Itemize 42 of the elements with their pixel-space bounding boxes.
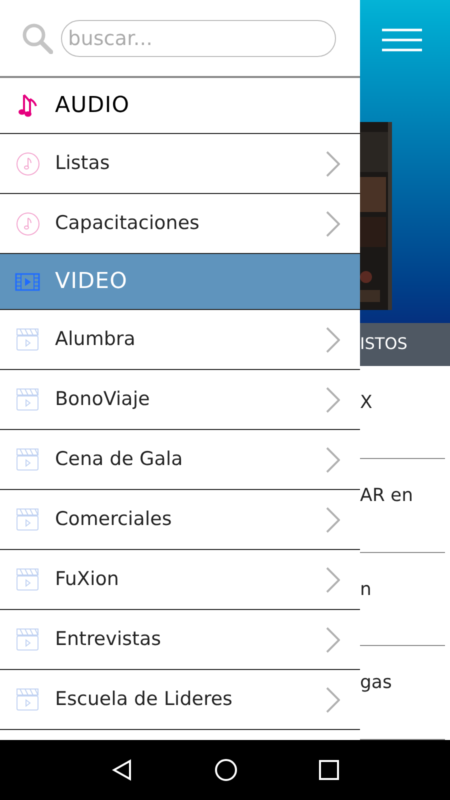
chevron-right-icon (326, 446, 340, 472)
music-notes-icon (18, 92, 38, 118)
section-title: VIDEO (55, 268, 128, 296)
clapperboard-icon (16, 448, 39, 471)
search-field[interactable]: buscar... (61, 20, 336, 56)
music-note-icon (16, 152, 40, 176)
chevron-right-icon (326, 386, 340, 412)
item-label: Escuela de Lideres (55, 687, 234, 712)
clapperboard-icon (16, 568, 39, 591)
list-text: X (360, 390, 372, 415)
list-text: gas (360, 671, 392, 696)
recents-icon[interactable] (319, 760, 340, 780)
clapperboard-icon (16, 688, 39, 711)
chevron-right-icon (326, 326, 340, 352)
chevron-right-icon (326, 566, 340, 592)
clapperboard-icon (16, 508, 39, 531)
menu-icon[interactable] (382, 28, 422, 52)
item-label: Entrevistas (55, 627, 162, 652)
item-label: Alumbra (55, 327, 136, 352)
music-note-icon (16, 212, 40, 236)
film-icon (15, 272, 40, 290)
chevron-right-icon (326, 150, 340, 176)
item-label: Comerciales (55, 507, 173, 532)
home-icon[interactable] (214, 758, 238, 782)
clapperboard-icon (16, 388, 39, 411)
list-text: AR en (360, 484, 414, 508)
search-icon (22, 22, 53, 54)
item-label: Cena de Gala (55, 447, 184, 472)
chevron-right-icon (326, 506, 340, 532)
list-text: n (360, 578, 372, 602)
chevron-right-icon (326, 686, 340, 712)
tab-label[interactable]: ISTOS (360, 332, 408, 356)
chevron-right-icon (326, 210, 340, 236)
item-label: Capacitaciones (55, 211, 200, 236)
item-label: FuXion (55, 567, 120, 592)
clapperboard-icon (16, 328, 39, 351)
chevron-right-icon (326, 626, 340, 652)
back-icon[interactable] (110, 759, 133, 781)
item-label: Listas (55, 151, 111, 176)
item-label: BonoViaje (55, 387, 151, 412)
clapperboard-icon (16, 628, 39, 651)
section-title: AUDIO (55, 92, 130, 120)
